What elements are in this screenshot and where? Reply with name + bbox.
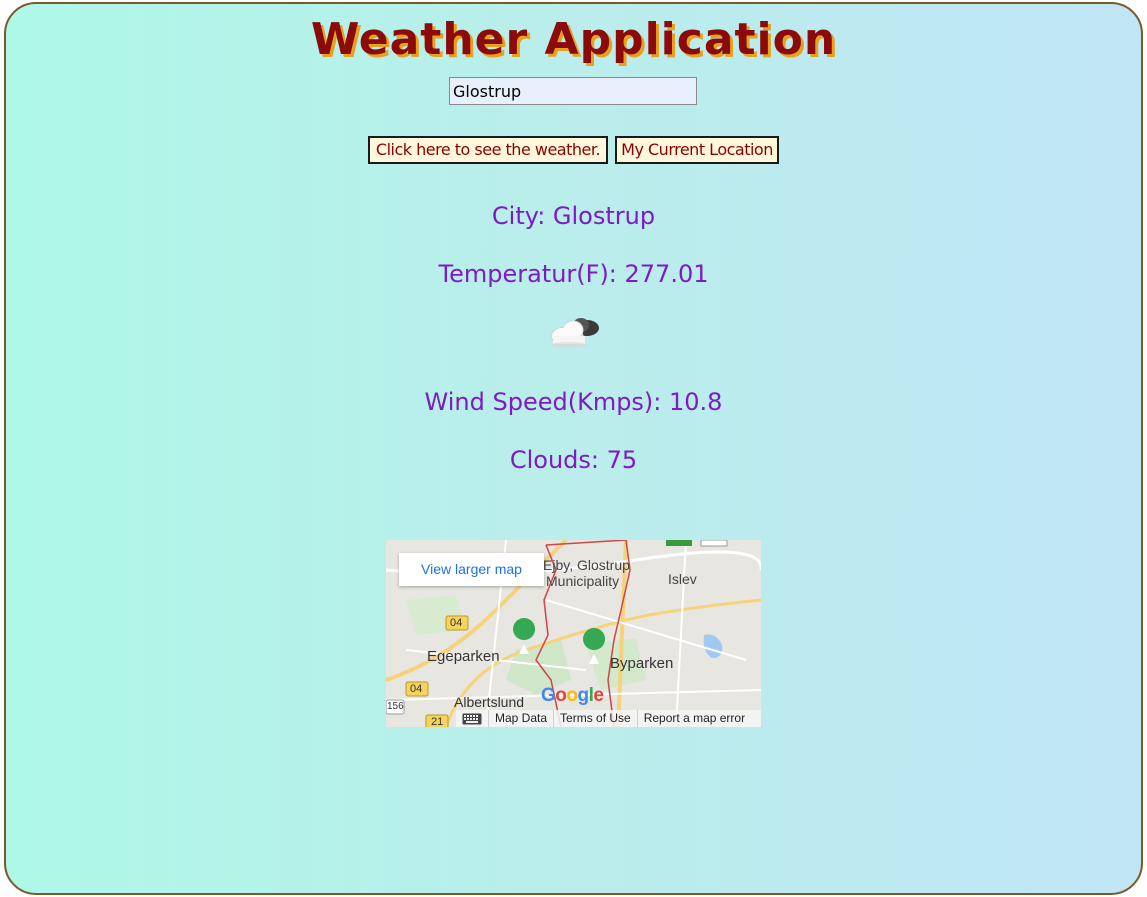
clouds-text: Clouds: 75: [509, 446, 638, 474]
map-data-link[interactable]: Map Data: [488, 710, 553, 727]
keyboard-icon[interactable]: [456, 713, 488, 725]
terms-of-use-link[interactable]: Terms of Use: [553, 710, 637, 727]
map-label-municipality: Municipality: [546, 573, 620, 589]
current-location-button[interactable]: My Current Location: [615, 136, 779, 164]
wind-speed-text: Wind Speed(Kmps): 10.8: [424, 388, 723, 416]
temperature-text: Temperatur(F): 277.01: [438, 260, 709, 288]
location-map[interactable]: Ejby, Glostrup Municipality Islev Egepar…: [386, 540, 761, 727]
road-badge-04-top: 04: [450, 617, 463, 629]
see-weather-button[interactable]: Click here to see the weather.: [368, 136, 608, 164]
road-badge-156: 156: [387, 701, 404, 712]
report-map-error-link[interactable]: Report a map error: [636, 710, 751, 727]
map-footer: Map Data Terms of Use Report a map error: [456, 710, 761, 727]
map-label-egeparken: Egeparken: [427, 648, 500, 665]
city-search-input[interactable]: [449, 77, 697, 105]
google-logo: Google: [541, 685, 604, 706]
page-title: Weather Application: [310, 14, 837, 65]
view-larger-map-link[interactable]: View larger map: [399, 553, 544, 586]
city-text: City: Glostrup: [491, 202, 656, 230]
road-badge-21: 21: [431, 716, 444, 727]
road-badge-04-bottom: 04: [410, 683, 423, 695]
map-label-ejby: Ejby, Glostrup: [543, 557, 630, 573]
map-label-albertslund: Albertslund: [454, 694, 525, 710]
map-label-byparken: Byparken: [610, 655, 674, 672]
map-label-islev: Islev: [668, 571, 697, 587]
cloud-icon: [545, 312, 605, 352]
